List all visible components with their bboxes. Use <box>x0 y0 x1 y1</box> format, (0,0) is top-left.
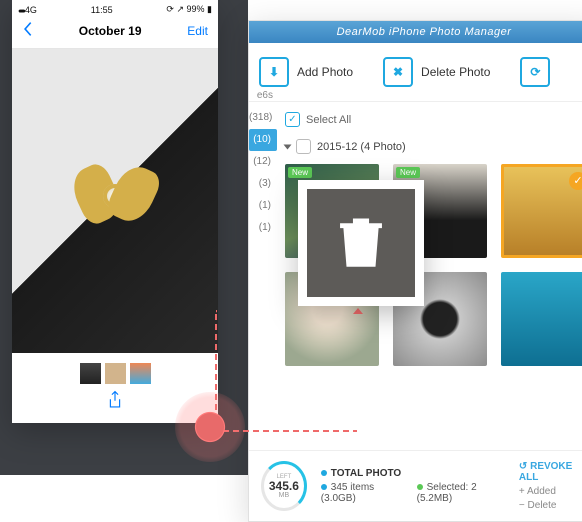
iphone-mockup: 4G 11:55 ⟳ ↗ 99% ▮ October 19 Edit <box>12 0 218 423</box>
trash-overlay <box>298 180 424 306</box>
touch-indicator <box>175 392 245 462</box>
new-badge: New <box>288 167 312 178</box>
add-icon: ⬇ <box>259 57 289 87</box>
window-title: DearMob iPhone Photo Manager <box>249 21 582 43</box>
refresh-icon: ⟳ <box>520 57 550 87</box>
new-badge: New <box>396 167 420 178</box>
thumbnail-strip[interactable] <box>12 353 218 390</box>
trash-icon <box>335 212 387 275</box>
revoke-all-button[interactable]: ↺ REVOKE ALL <box>519 461 582 483</box>
add-photo-button[interactable]: ⬇ Add Photo <box>259 57 353 87</box>
select-all-checkbox[interactable]: ✓Select All <box>285 112 582 127</box>
status-bar: 4G 11:55 ⟳ ↗ 99% ▮ <box>12 0 218 19</box>
edit-button[interactable]: Edit <box>187 24 208 38</box>
back-icon[interactable] <box>22 21 33 40</box>
page-title: October 19 <box>79 24 142 38</box>
photo-thumbnail[interactable] <box>501 272 582 366</box>
refresh-button[interactable]: ⟳ <box>520 57 550 87</box>
share-icon[interactable] <box>107 397 123 414</box>
delete-photo-button[interactable]: ✖ Delete Photo <box>383 57 490 87</box>
delete-action[interactable]: − Delete <box>519 500 582 511</box>
photo-group-header[interactable]: ·2015-12 (4 Photo) <box>285 139 582 154</box>
storage-gauge: LEFT 345.6 MB <box>261 461 307 511</box>
photo-preview[interactable] <box>12 49 218 353</box>
album-sidebar[interactable]: e6s (318) (10) (12) (3) (1) (1) <box>249 85 277 239</box>
photo-thumbnail[interactable]: ✓ <box>501 164 582 258</box>
selected-icon: ✓ <box>569 172 582 190</box>
delete-icon: ✖ <box>383 57 413 87</box>
app-footer: LEFT 345.6 MB TOTAL PHOTO 345 items (3.0… <box>249 450 582 521</box>
added-action[interactable]: + Added <box>519 486 582 497</box>
